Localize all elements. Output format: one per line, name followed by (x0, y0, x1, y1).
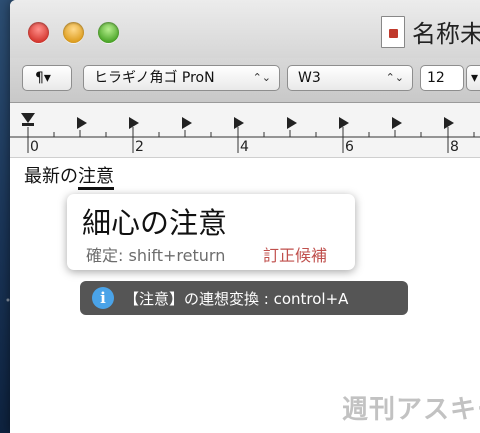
association-hint-tooltip: i 【注意】の連想変換 : control+A (80, 281, 408, 315)
left-indent-marker[interactable] (21, 113, 35, 123)
dropdown-arrow-icon: ▾ (43, 70, 51, 86)
popup-arrows-icon: ⌃⌄ (252, 71, 271, 84)
watermark-logo: 週刊アスキー (342, 395, 480, 425)
conversion-candidate-popup[interactable]: 細心の注意 確定: shift+return 訂正候補 (67, 194, 355, 270)
ruler-label: 6 (345, 139, 354, 155)
document-line: 最新の注意 (24, 162, 114, 190)
confirm-shortcut-text: 確定: shift+return (86, 246, 226, 265)
correction-candidates-link[interactable]: 訂正候補 (263, 242, 327, 266)
info-icon: i (92, 287, 114, 309)
dropdown-arrow-icon: ▾ (471, 70, 479, 86)
tab-stop-markers[interactable] (77, 117, 454, 129)
ruler-label: 2 (135, 139, 144, 155)
paragraph-style-button[interactable]: ¶▾ (22, 65, 72, 91)
font-size-value: 12 (427, 70, 445, 86)
font-size-stepper[interactable]: ▾ (466, 65, 480, 91)
font-weight-popup[interactable]: W3 ⌃⌄ (287, 65, 413, 91)
hint-text: 【注意】の連想変換 : control+A (124, 290, 349, 308)
font-family-value: ヒラギノ角ゴ ProN (94, 70, 215, 86)
converting-text[interactable]: 注意 (78, 166, 114, 190)
zoom-window-button[interactable] (98, 22, 119, 43)
font-size-field[interactable]: 12 (420, 65, 464, 91)
minimize-window-button[interactable] (63, 22, 84, 43)
ruler-label: 4 (240, 139, 249, 155)
pilcrow-icon: ¶ (35, 70, 44, 86)
title-bar[interactable]: 名称未 (10, 0, 480, 58)
format-toolbar: ¶▾ ヒラギノ角ゴ ProN ⌃⌄ W3 ⌃⌄ 12 ▾ (10, 58, 480, 103)
close-window-button[interactable] (28, 22, 49, 43)
font-family-popup[interactable]: ヒラギノ角ゴ ProN ⌃⌄ (83, 65, 280, 91)
ruler[interactable]: 0 2 4 6 8 (10, 103, 480, 158)
font-weight-value: W3 (298, 70, 321, 86)
document-icon[interactable] (381, 16, 405, 48)
committed-text: 最新の (24, 166, 78, 187)
ruler-label: 8 (450, 139, 459, 155)
popup-arrows-icon: ⌃⌄ (385, 71, 404, 84)
window-title: 名称未 (412, 20, 480, 48)
candidate-text[interactable]: 細心の注意 (82, 200, 227, 242)
ruler-label: 0 (30, 139, 39, 155)
